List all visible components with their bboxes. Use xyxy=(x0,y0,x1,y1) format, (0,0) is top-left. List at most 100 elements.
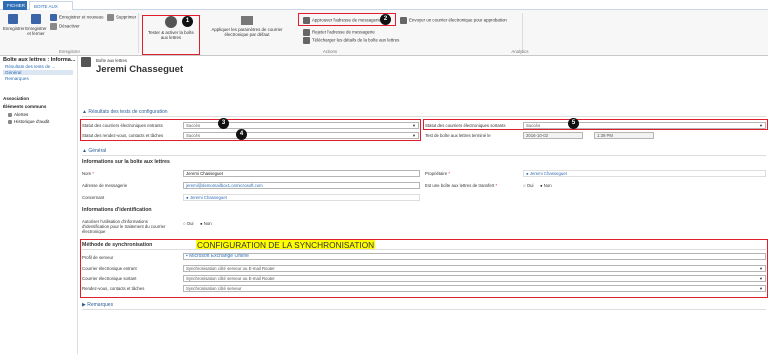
annotation-badge-4: 4 xyxy=(236,129,247,140)
regarding-field[interactable]: ● Jeremi Chasseguet xyxy=(183,194,420,201)
record-title: Jeremi Chasseguet xyxy=(96,64,184,75)
reject-icon xyxy=(303,29,310,36)
left-nav: Boîte aux lettres : Informa... Résultats… xyxy=(0,56,78,354)
send-approval-label: Envoyer un courrier électronique pour ap… xyxy=(409,17,507,23)
save-icon xyxy=(8,14,18,24)
divider xyxy=(82,155,766,156)
server-icon: ▪ xyxy=(186,253,188,259)
nav-item-notes[interactable]: Remarques xyxy=(5,76,29,81)
annotation-box-3-4 xyxy=(80,119,421,141)
credentials-header: Informations d'identification xyxy=(82,207,152,213)
record-type: Boîte aux lettres xyxy=(96,58,128,63)
nav-item-general[interactable]: Général xyxy=(3,70,73,75)
section-test-results-label: Résultats des tests de configuration xyxy=(88,109,168,115)
alert-icon xyxy=(8,112,12,117)
sync-outgoing-label: Courrier électronique sortant xyxy=(82,276,137,281)
deactivate-label: Désactiver xyxy=(59,23,80,29)
sync-outgoing-field[interactable]: Synchronisation côté serveur ou E-mail R… xyxy=(183,275,766,282)
nav-common-items[interactable]: Éléments communs xyxy=(3,104,46,109)
name-label: Nom * xyxy=(82,171,94,176)
deactivate-button[interactable]: Désactiver xyxy=(50,23,80,30)
ribbon-separator xyxy=(522,13,523,53)
apply-default-button[interactable]: Appliquer les paramètres de courrier éle… xyxy=(201,16,293,37)
annotation-badge-2: 2 xyxy=(380,14,391,25)
test-completed-label: Test de boîte aux lettres terminé le xyxy=(425,133,491,138)
sync-incoming-value: Synchronisation côté serveur ou E-mail R… xyxy=(186,266,275,271)
nav-audit-label: Historique d'audit xyxy=(14,119,50,124)
server-profile-value: Microsoft Exchange Online xyxy=(189,253,249,259)
deactivate-icon xyxy=(50,23,57,30)
reject-label: Rejeter l'adresse de messagerie xyxy=(312,29,375,35)
reject-email-button[interactable]: Rejeter l'adresse de messagerie xyxy=(303,29,375,36)
nav-item-audit[interactable]: Historique d'audit xyxy=(8,119,49,124)
section-general[interactable]: ▲ Général xyxy=(82,148,106,154)
annotation-badge-5: 5 xyxy=(568,118,579,129)
credentials-yes-radio[interactable]: ○ Oui xyxy=(183,221,193,226)
annotation-box-5 xyxy=(423,119,768,130)
save-close-label: Enregistrer et fermer xyxy=(25,26,47,36)
save-label: Enregistrer xyxy=(3,26,25,31)
tab-mailbox[interactable]: BOITE AUX LETTRES xyxy=(29,1,73,18)
name-label-text: Nom xyxy=(82,171,92,176)
save-new-button[interactable]: Enregistrer et nouveau xyxy=(50,14,103,21)
section-notes[interactable]: ▶ Remarques xyxy=(82,302,113,308)
required-marker: * xyxy=(92,171,94,176)
server-profile-label: Profil de serveur xyxy=(82,255,114,260)
send-approval-button[interactable]: Envoyer un courrier électronique pour ap… xyxy=(400,17,507,24)
owner-field[interactable]: ● Jeremi Chasseguet xyxy=(523,170,766,177)
form-content: Boîte aux lettres Jeremi Chasseguet ▲ Ré… xyxy=(80,56,768,354)
delete-button[interactable]: Supprimer xyxy=(107,14,136,21)
save-close-button[interactable]: Enregistrer et fermer xyxy=(24,14,48,36)
apply-default-label: Appliquer les paramètres de courrier éle… xyxy=(211,27,283,37)
sync-appointments-label: Rendez-vous, contacts et tâches xyxy=(82,286,145,291)
section-test-results[interactable]: ▲ Résultats des tests de configuration xyxy=(82,109,168,115)
nav-item-alerts[interactable]: Alertes xyxy=(8,112,28,117)
ribbon-separator xyxy=(138,13,139,53)
owner-label: Propriétaire * xyxy=(425,171,450,176)
owner-label-text: Propriétaire xyxy=(425,171,448,176)
nav-alerts-label: Alertes xyxy=(14,112,29,117)
ribbon-group-record: Enregistrer xyxy=(58,49,80,54)
ribbon-group-actions: Actions xyxy=(322,49,338,54)
chevron-down-icon: ▼ xyxy=(759,286,763,291)
sync-appointments-value: Synchronisation côté serveur xyxy=(186,286,242,291)
forward-no-label: Non xyxy=(543,183,552,188)
save-close-icon xyxy=(31,14,41,24)
mail-check-icon xyxy=(241,16,253,25)
forward-yes-label: Oui xyxy=(526,183,534,188)
forward-no-radio[interactable]: ● Non xyxy=(540,183,552,188)
owner-value: Jeremi Chasseguet xyxy=(529,171,567,176)
sync-outgoing-value: Synchronisation côté serveur ou E-mail R… xyxy=(186,276,275,281)
tab-file[interactable]: FICHIER xyxy=(3,1,27,10)
section-notes-label: Remarques xyxy=(87,302,114,308)
divider xyxy=(82,116,766,117)
name-field[interactable]: Jeremi Chasseguet xyxy=(183,170,420,177)
chevron-down-icon: ▼ xyxy=(759,276,763,281)
credentials-no-label: Non xyxy=(203,221,212,226)
email-field[interactable]: jeremi@demomailbox1.onmicrosoft.com xyxy=(183,182,420,189)
envelope-icon xyxy=(400,17,407,24)
forward-yes-radio[interactable]: ○ Oui xyxy=(523,183,533,188)
annotation-badge-1: 1 xyxy=(182,16,193,27)
delete-icon xyxy=(107,14,114,21)
nav-item-test-results[interactable]: Résultats des tests de ... xyxy=(5,64,55,69)
credentials-label: Autoriser l'utilisation d'informations d… xyxy=(82,219,166,234)
download-details-button[interactable]: Télécharger les détails de la boîte aux … xyxy=(303,37,399,44)
save-button[interactable]: Enregistrer xyxy=(3,14,25,31)
sync-appointments-field[interactable]: Synchronisation côté serveur ▼ xyxy=(183,285,766,292)
download-icon xyxy=(303,37,310,44)
divider xyxy=(82,249,766,250)
regarding-label: Concernant xyxy=(82,195,105,200)
annotation-badge-3: 3 xyxy=(218,118,229,129)
delete-label: Supprimer xyxy=(116,14,137,20)
nav-section-association: Association xyxy=(3,96,30,101)
nav-title: Boîte aux lettres : Informa... xyxy=(3,57,76,63)
forward-mailbox-label: Est une boîte aux lettres de transfert * xyxy=(425,183,497,188)
credentials-no-radio[interactable]: ● Non xyxy=(200,221,212,226)
sync-incoming-field[interactable]: Synchronisation côté serveur ou E-mail R… xyxy=(183,265,766,272)
download-details-label: Télécharger les détails de la boîte aux … xyxy=(312,37,400,43)
mailbox-info-header: Informations sur la boîte aux lettres xyxy=(82,159,170,165)
server-profile-field[interactable]: ▪ Microsoft Exchange Online xyxy=(183,253,766,260)
mailbox-record-icon xyxy=(81,57,91,67)
required-marker: * xyxy=(448,171,451,176)
